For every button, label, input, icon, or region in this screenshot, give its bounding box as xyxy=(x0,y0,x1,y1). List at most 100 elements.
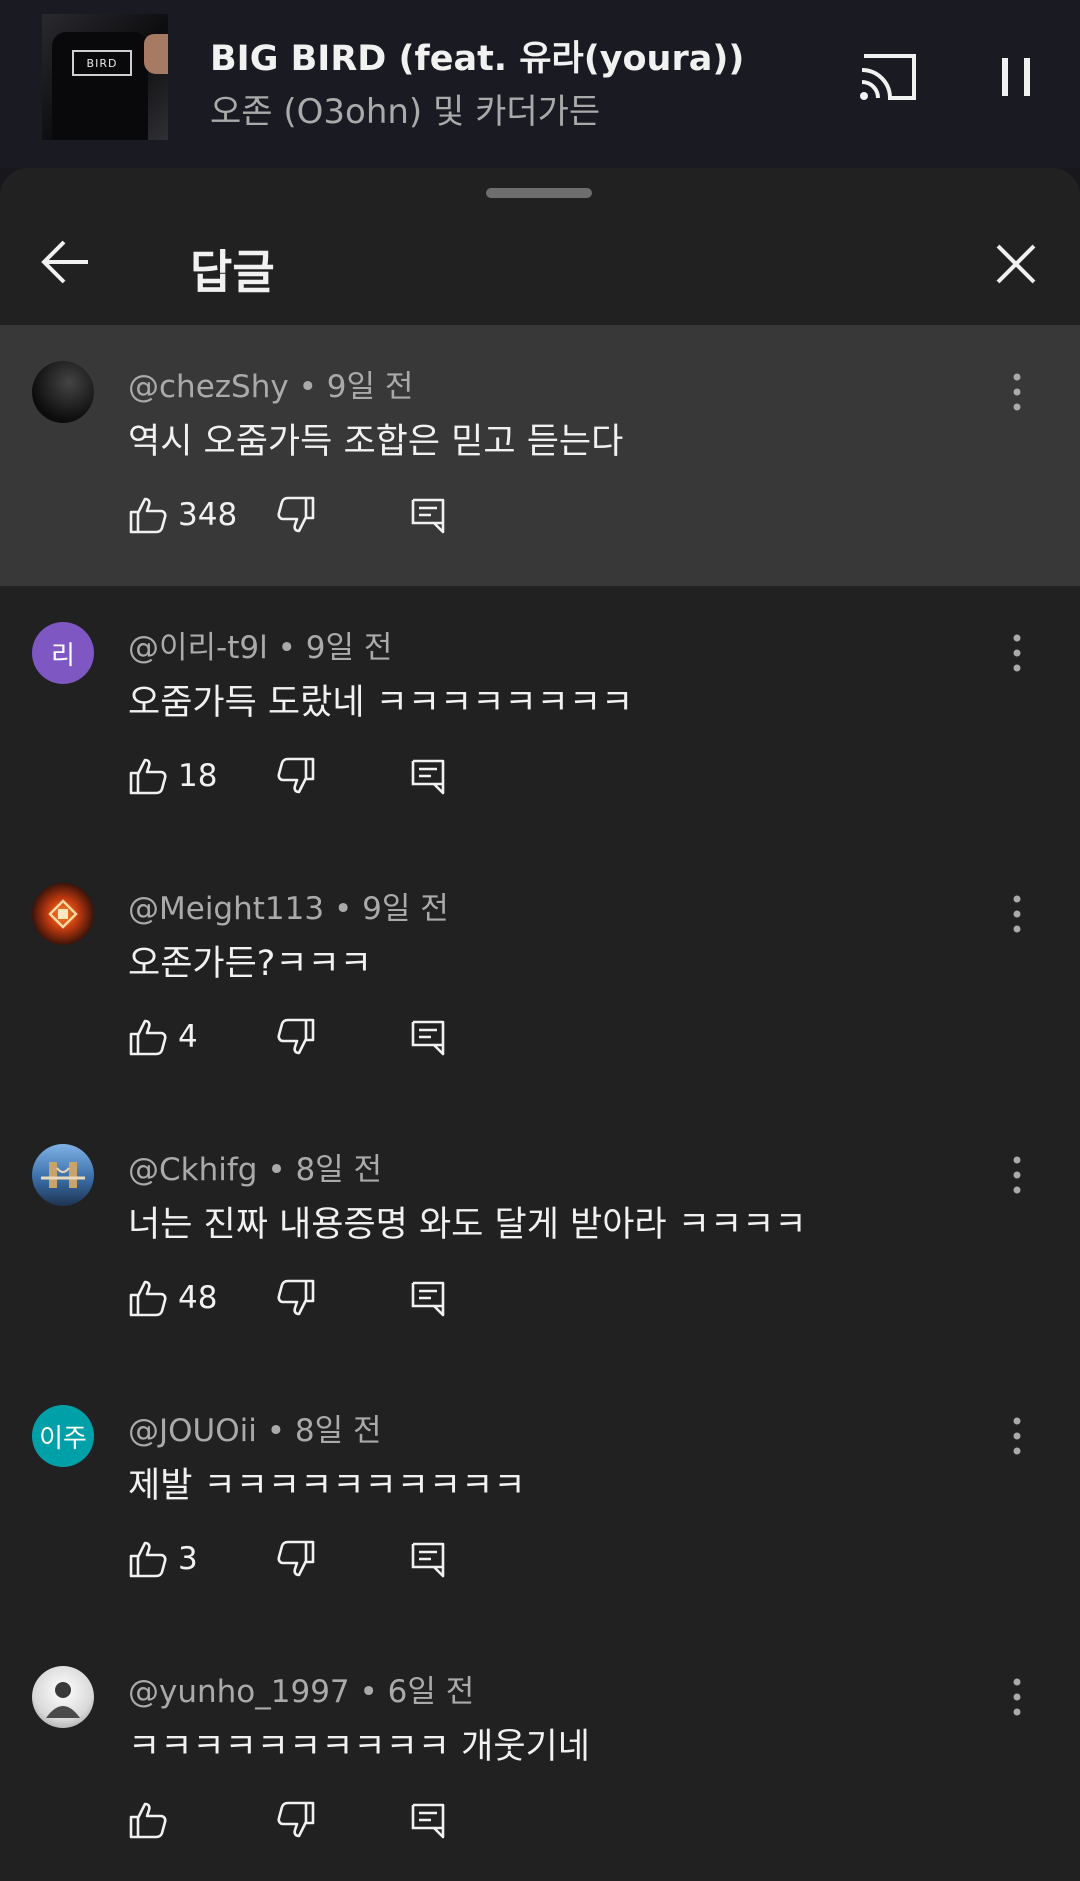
thumb-down-icon xyxy=(277,1018,315,1055)
meta-separator: • xyxy=(359,1674,388,1710)
reply-button[interactable] xyxy=(408,756,448,796)
avatar[interactable] xyxy=(32,1666,94,1728)
more-vert-icon xyxy=(1013,895,1021,933)
more-button[interactable] xyxy=(1004,367,1030,417)
panel-title: 답글 xyxy=(190,245,275,299)
comment-icon xyxy=(411,1281,445,1317)
dislike-button[interactable] xyxy=(276,1800,316,1840)
reply-meta: @Meight113 • 9일 전 xyxy=(128,883,449,928)
reply-item: @Meight113 • 9일 전 오존가든?ㅋㅋㅋ 4 xyxy=(0,847,1080,1108)
thumb-up-icon xyxy=(129,758,167,795)
meta-separator: • xyxy=(267,1152,296,1188)
like-count: 4 xyxy=(178,1019,198,1055)
reply-item: 리 @이리-t9l • 9일 전 오줌가득 도랐네 ㅋㅋㅋㅋㅋㅋㅋㅋ 18 xyxy=(0,586,1080,847)
back-button[interactable] xyxy=(38,234,94,290)
thumb-down-icon xyxy=(277,757,315,794)
like-count: 348 xyxy=(178,497,238,533)
reply-button[interactable] xyxy=(408,1017,448,1057)
thumbnail-hand xyxy=(144,34,168,74)
thumbnail-shirt xyxy=(52,32,148,140)
author-name[interactable]: @Meight113 xyxy=(128,891,324,927)
thumb-down-icon xyxy=(277,1540,315,1577)
like-button[interactable] xyxy=(128,495,168,535)
author-name[interactable]: @JOUOii xyxy=(128,1413,257,1449)
like-button[interactable] xyxy=(128,1539,168,1579)
close-button[interactable] xyxy=(990,238,1042,290)
more-button[interactable] xyxy=(1004,628,1030,678)
drag-handle[interactable] xyxy=(486,188,592,198)
album-thumbnail[interactable]: BIRD xyxy=(42,14,168,140)
more-vert-icon xyxy=(1013,1678,1021,1716)
meta-separator: • xyxy=(277,630,306,666)
like-button[interactable] xyxy=(128,756,168,796)
reply-item: @Ckhifg • 8일 전 너는 진짜 내용증명 와도 달게 받아라 ㅋㅋㅋㅋ… xyxy=(0,1108,1080,1369)
timestamp: 9일 전 xyxy=(305,630,393,666)
timestamp: 8일 전 xyxy=(294,1413,382,1449)
timestamp: 9일 전 xyxy=(326,369,414,405)
like-button[interactable] xyxy=(128,1278,168,1318)
cast-button[interactable] xyxy=(858,52,920,102)
reply-text: 오줌가득 도랐네 ㅋㅋㅋㅋㅋㅋㅋㅋ xyxy=(128,683,634,723)
timestamp: 8일 전 xyxy=(295,1152,383,1188)
meta-separator: • xyxy=(333,891,363,927)
comment-icon xyxy=(411,1542,445,1578)
reply-button[interactable] xyxy=(408,495,448,535)
author-name[interactable]: @이리-t9l xyxy=(128,630,268,666)
reply-button[interactable] xyxy=(408,1278,448,1318)
bridge-icon xyxy=(41,1162,85,1188)
song-title[interactable]: BIG BIRD (feat. 유라(youra)) xyxy=(210,30,744,81)
avatar[interactable] xyxy=(32,1144,94,1206)
comment-icon xyxy=(411,1020,445,1056)
timestamp: 9일 전 xyxy=(362,891,449,927)
song-artist[interactable]: 오존 (O3ohn) 및 카더가든 xyxy=(210,84,600,133)
avatar[interactable]: 이주 xyxy=(32,1405,94,1467)
dislike-button[interactable] xyxy=(276,1539,316,1579)
avatar[interactable] xyxy=(32,883,94,945)
thumb-down-icon xyxy=(277,1279,315,1316)
replies-panel: 답글 @chezShy • 9일 전 역시 오줌가득 조합은 믿고 듣는다 34… xyxy=(0,168,1080,1881)
author-name[interactable]: @chezShy xyxy=(128,369,289,405)
reply-text: 너는 진짜 내용증명 와도 달게 받아라 ㅋㅋㅋㅋ xyxy=(128,1205,807,1245)
pause-button[interactable] xyxy=(994,52,1040,102)
like-button[interactable] xyxy=(128,1800,168,1840)
person-photo-icon xyxy=(46,1682,80,1718)
thumb-up-icon xyxy=(129,1280,167,1317)
author-name[interactable]: @Ckhifg xyxy=(128,1152,257,1188)
thumb-up-icon xyxy=(129,1802,167,1839)
thumb-up-icon xyxy=(129,497,167,534)
thumb-up-icon xyxy=(129,1019,167,1056)
mini-player[interactable]: BIRD BIG BIRD (feat. 유라(youra)) 오존 (O3oh… xyxy=(0,0,1080,168)
thumb-up-icon xyxy=(129,1541,167,1578)
reply-button[interactable] xyxy=(408,1539,448,1579)
cast-icon xyxy=(860,54,916,100)
more-vert-icon xyxy=(1013,1417,1021,1455)
thumbnail-print: BIRD xyxy=(72,50,132,76)
timestamp: 6일 전 xyxy=(387,1674,475,1710)
dislike-button[interactable] xyxy=(276,756,316,796)
avatar[interactable] xyxy=(32,361,94,423)
dislike-button[interactable] xyxy=(276,495,316,535)
reply-button[interactable] xyxy=(408,1800,448,1840)
reply-text: 역시 오줌가득 조합은 믿고 듣는다 xyxy=(128,422,624,462)
author-name[interactable]: @yunho_1997 xyxy=(128,1674,350,1710)
avatar[interactable]: 리 xyxy=(32,622,94,684)
reply-meta: @yunho_1997 • 6일 전 xyxy=(128,1666,474,1711)
pause-icon xyxy=(1002,58,1030,96)
reply-text: 제발 ㅋㅋㅋㅋㅋㅋㅋㅋㅋㅋ xyxy=(128,1466,526,1506)
more-button[interactable] xyxy=(1004,1150,1030,1200)
more-vert-icon xyxy=(1013,1156,1021,1194)
more-button[interactable] xyxy=(1004,1672,1030,1722)
reply-item: @yunho_1997 • 6일 전 ㅋㅋㅋㅋㅋㅋㅋㅋㅋㅋ 개웃기네 xyxy=(0,1630,1080,1881)
reply-list: @chezShy • 9일 전 역시 오줌가득 조합은 믿고 듣는다 348 리… xyxy=(0,325,1080,1881)
reply-text: 오존가든?ㅋㅋㅋ xyxy=(128,944,372,984)
like-count: 48 xyxy=(178,1280,218,1316)
reply-meta: @chezShy • 9일 전 xyxy=(128,361,413,406)
dislike-button[interactable] xyxy=(276,1017,316,1057)
like-count: 3 xyxy=(178,1541,198,1577)
like-button[interactable] xyxy=(128,1017,168,1057)
meta-separator: • xyxy=(266,1413,295,1449)
more-button[interactable] xyxy=(1004,889,1030,939)
dislike-button[interactable] xyxy=(276,1278,316,1318)
more-button[interactable] xyxy=(1004,1411,1030,1461)
close-icon xyxy=(996,244,1036,284)
